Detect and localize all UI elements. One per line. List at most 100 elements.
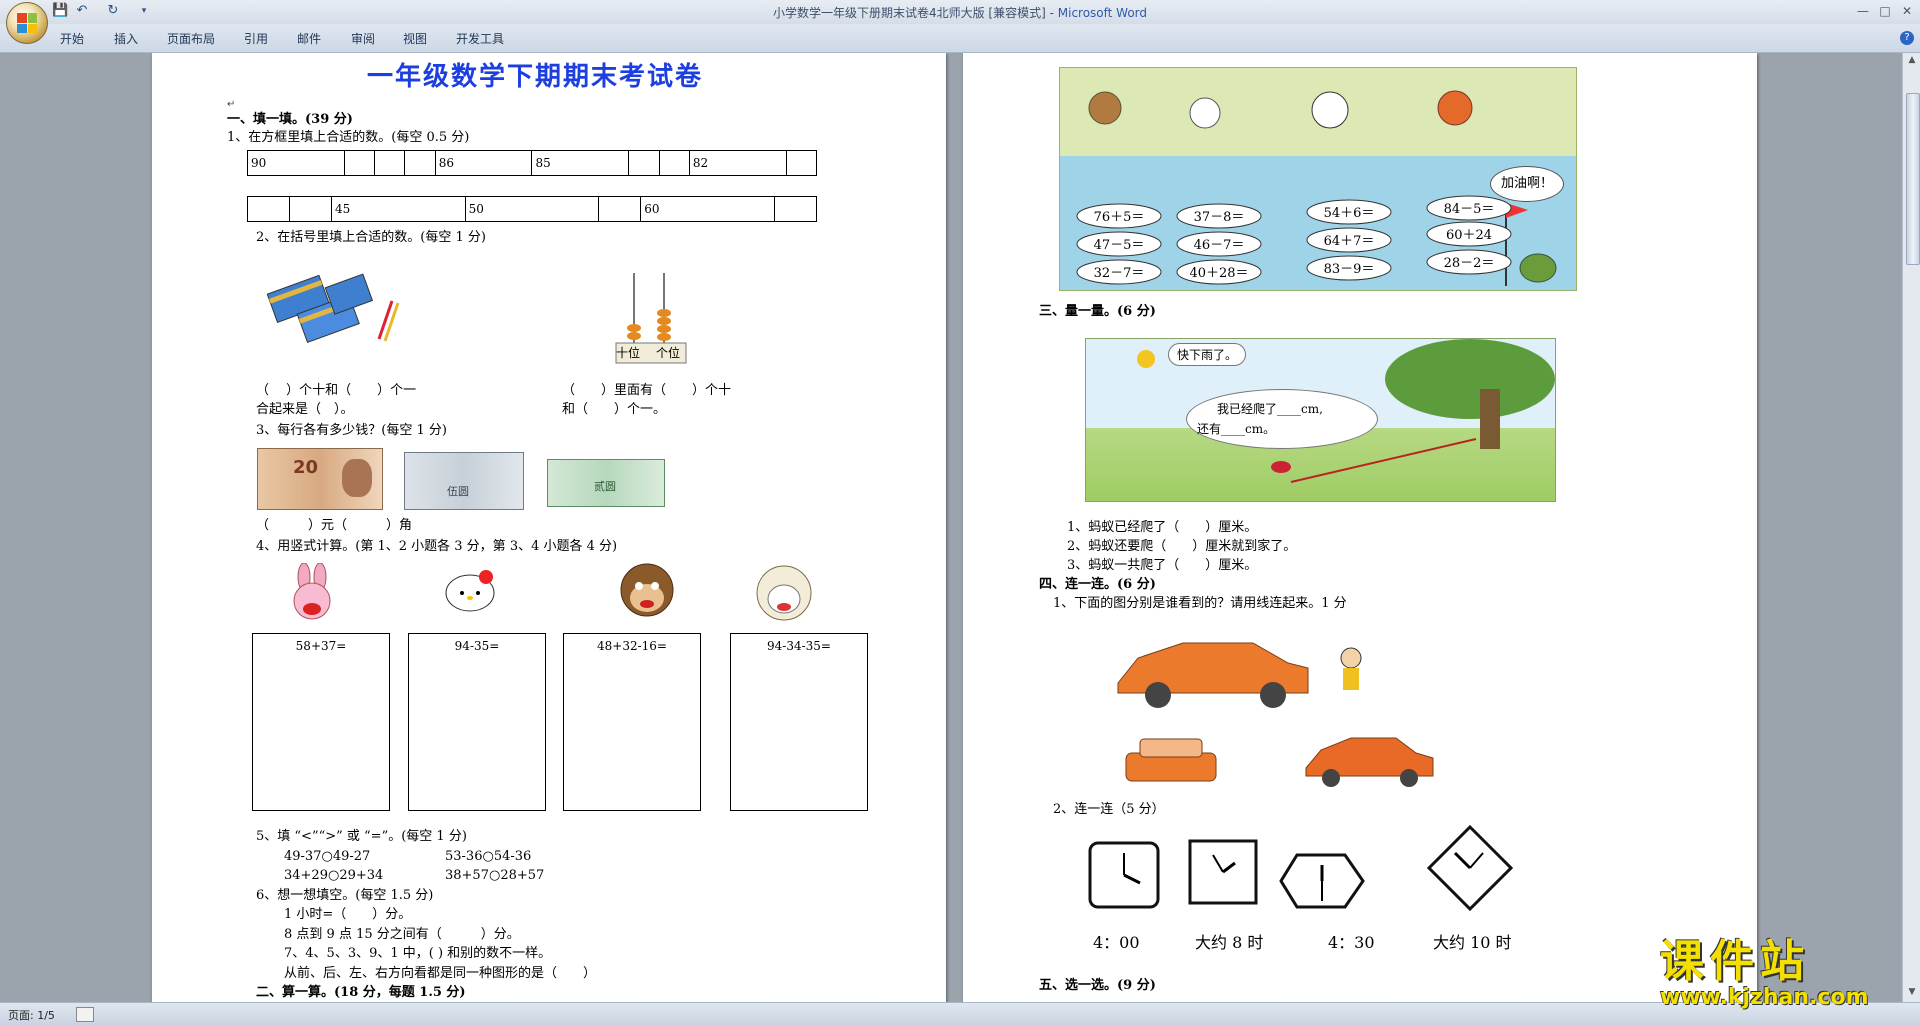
grid-cell[interactable] [785, 150, 818, 176]
tab-developer[interactable]: 开发工具 [456, 30, 504, 47]
expression-text: 32－7＝ [1094, 266, 1145, 281]
question-4b: 2、连一连（5 分） [1053, 802, 1165, 817]
expression-ellipse: 54＋6＝ [1306, 199, 1392, 225]
close-button[interactable]: ✕ [1896, 2, 1918, 20]
calc-box-2[interactable]: 94-35= [408, 633, 546, 811]
grid-cell[interactable] [247, 196, 290, 222]
question-6c: 7、4、5、3、9、1 中，( ) 和别的数不一样。 [284, 946, 552, 961]
compare-1: 49-37○49-27 [284, 849, 371, 864]
calc-box-3[interactable]: 48+32-16= [563, 633, 701, 811]
banknote-2-image: 贰圆 [547, 459, 665, 507]
car-with-children-image [1117, 642, 1362, 708]
banknote-20-image: 20 [257, 448, 383, 510]
calc-box-4[interactable]: 94-34-35= [730, 633, 868, 811]
banknote-2-label: 贰圆 [594, 480, 616, 493]
monkey-image [620, 563, 674, 617]
expression-text: 54＋6＝ [1324, 206, 1375, 221]
minimize-button[interactable]: — [1852, 2, 1874, 20]
tab-references[interactable]: 引用 [244, 30, 268, 47]
clock-icon [1088, 841, 1160, 909]
office-button[interactable] [6, 2, 48, 44]
ant-speech-line-2: 还有____cm。 [1197, 422, 1276, 436]
clock-label-1: 4：00 [1093, 933, 1140, 952]
expression-ellipse: 84－5＝ [1426, 195, 1512, 221]
car-side-view-image [1305, 737, 1434, 787]
clocks-image [1088, 839, 1365, 909]
title-bar: 💾 ↶ ↻ ▾ 小学数学一年级下册期末试卷4北师大版 [兼容模式] - Micr… [0, 0, 1920, 25]
expression-text: 64＋7＝ [1324, 234, 1375, 249]
help-icon[interactable]: ? [1900, 31, 1914, 45]
grid-cell[interactable]: 50 [464, 196, 600, 222]
river-expressions: 76＋5＝ 37－8＝ 54＋6＝ 84－5＝ 47－5＝ 46－7＝ 64＋7＝ 60＋24… [1076, 195, 1512, 285]
page-1[interactable]: 一年级数学下期期末考试卷 ↵ 一、填一填。(39 分) 1、在方框里填上合适的数… [152, 53, 946, 1002]
proofing-icon[interactable] [76, 1007, 94, 1022]
rabbit-image [293, 563, 331, 620]
page-title: 一年级数学下期期末考试卷 [367, 62, 704, 92]
calc-expression: 94-35= [454, 639, 500, 653]
question-2a-line-1: （ ）个十和（ ）个一 [256, 383, 417, 398]
grid-cell[interactable]: 82 [688, 150, 787, 176]
scroll-down-icon[interactable]: ▼ [1906, 987, 1918, 999]
expression-ellipse: 47－5＝ [1076, 231, 1162, 257]
abacus-tens-label: 十位 [616, 346, 641, 360]
grid-cell[interactable] [374, 150, 406, 176]
question-3a: （ ）元（ ）角 [256, 518, 413, 533]
pencil-bundles-image [267, 273, 400, 344]
grid-cell[interactable] [773, 196, 818, 222]
scrollbar-thumb[interactable] [1906, 93, 1920, 265]
vertical-scrollbar[interactable]: ▲ ▼ [1902, 53, 1920, 1002]
tab-insert[interactable]: 插入 [114, 30, 138, 47]
tab-review[interactable]: 审阅 [351, 30, 375, 47]
question-6d: 从前、后、左、右方向看都是同一种图形的是（ ） [284, 966, 597, 981]
page-counter[interactable]: 页面: 1/5 [8, 1007, 55, 1023]
expression-ellipse: 76＋5＝ [1076, 203, 1162, 229]
question-6b: 8 点到 9 点 15 分之间有（ ）分。 [284, 927, 520, 942]
grid-cell[interactable]: 45 [330, 196, 466, 222]
calc-box-1[interactable]: 58+37= [252, 633, 390, 811]
grid-cell[interactable]: 60 [640, 196, 775, 222]
tab-view[interactable]: 视图 [403, 30, 427, 47]
grid-cell[interactable] [598, 196, 642, 222]
question-6a: 1 小时=（ ）分。 [284, 907, 412, 922]
compare-4: 38+57○28+57 [445, 868, 545, 883]
grid-cell[interactable]: 86 [434, 150, 533, 176]
expression-text: 40＋28＝ [1189, 266, 1248, 281]
banknote-5-image: 伍圆 [404, 452, 524, 510]
ribbon-tabs: 开始 插入 页面布局 引用 邮件 审阅 视图 开发工具 ? [0, 24, 1920, 53]
question-3: 3、每行各有多少钱？(每空 1 分) [256, 423, 447, 438]
compare-2: 53-36○54-36 [445, 849, 532, 864]
question-1: 1、在方框里填上合适的数。(每空 0.5 分) [227, 130, 470, 145]
grid-cell[interactable] [658, 150, 690, 176]
expression-ellipse: 60＋24 [1426, 221, 1512, 247]
expression-ellipse: 40＋28＝ [1176, 259, 1262, 285]
grid-cell[interactable] [628, 150, 660, 176]
scroll-up-icon[interactable]: ▲ [1906, 55, 1918, 67]
tab-home[interactable]: 开始 [60, 30, 84, 47]
section-1-heading: 一、填一填。(39 分) [227, 112, 353, 127]
office-logo-icon [17, 13, 37, 33]
banknote-20-label: 20 [293, 457, 319, 478]
grid-cell[interactable]: 85 [531, 150, 630, 176]
ant-speech-bubble: 我已经爬了____cm, 还有____cm。 [1186, 389, 1378, 449]
question-3a: 1、蚂蚁已经爬了（ ）厘米。 [1067, 520, 1258, 535]
diamond-clock-icon [1426, 824, 1514, 912]
clock-label-3: 4：30 [1328, 933, 1375, 952]
clock-icon [1188, 839, 1258, 905]
expression-text: 83－9＝ [1324, 262, 1375, 277]
tab-page-layout[interactable]: 页面布局 [167, 30, 215, 47]
question-2: 2、在括号里填上合适的数。(每空 1 分) [256, 230, 486, 245]
app-name: Microsoft Word [1057, 6, 1148, 20]
grid-cell[interactable] [288, 196, 332, 222]
question-2b-line-1: （ ）里面有（ ）个十 [562, 383, 732, 398]
grid-cell[interactable] [343, 150, 376, 176]
tab-mailings[interactable]: 邮件 [297, 30, 321, 47]
maximize-button[interactable]: □ [1874, 2, 1896, 20]
paragraph-mark: ↵ [227, 99, 236, 110]
grid-cell[interactable]: 90 [247, 150, 345, 176]
grid-cell[interactable] [404, 150, 436, 176]
number-grid-row-2: 45 50 60 [247, 196, 818, 222]
document-workspace[interactable]: 一年级数学下期期末考试卷 ↵ 一、填一填。(39 分) 1、在方框里填上合适的数… [0, 53, 1902, 1002]
question-2b-line-2: 和（ ）个一。 [562, 402, 667, 417]
ant-speech-line-1: 我已经爬了____cm, [1217, 402, 1323, 416]
document-name: 小学数学一年级下册期末试卷4北师大版 [兼容模式] - [772, 6, 1058, 20]
